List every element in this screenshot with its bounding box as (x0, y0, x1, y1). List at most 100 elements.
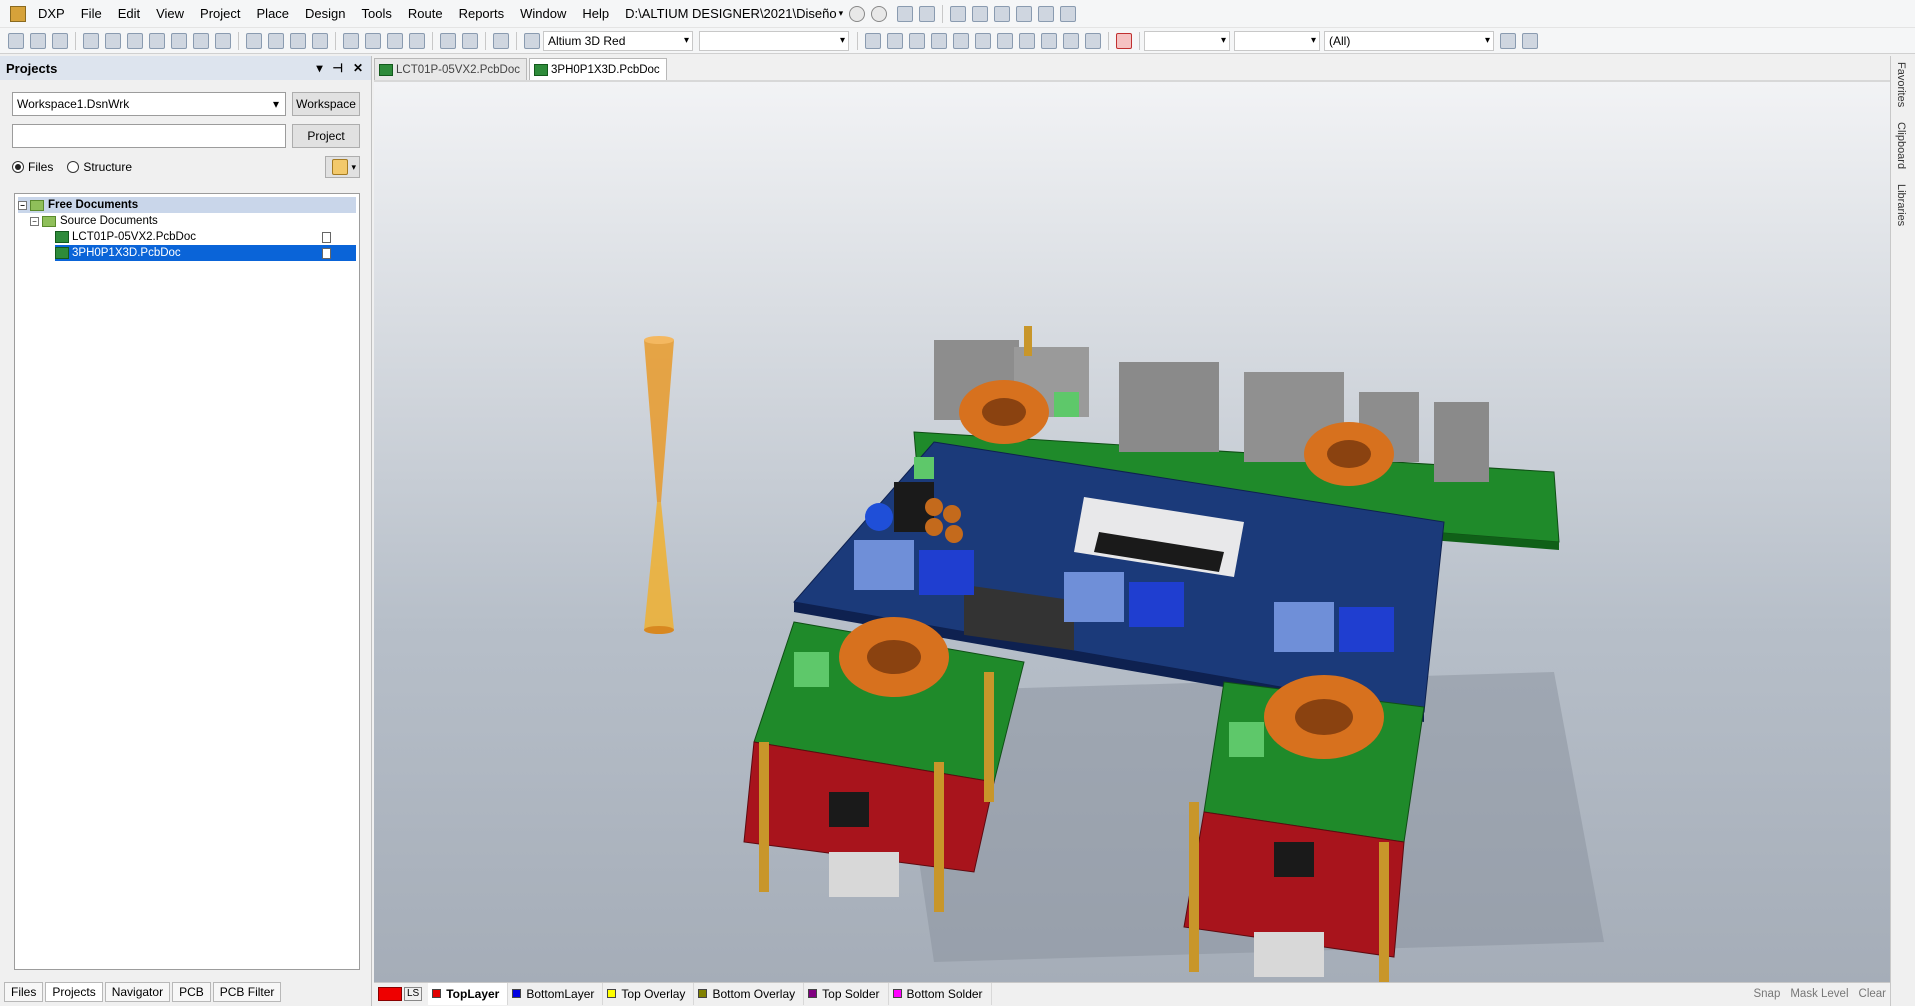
browse-icon[interactable] (524, 32, 540, 49)
current-layer-color[interactable] (378, 986, 402, 1001)
menu-place[interactable]: Place (249, 0, 298, 28)
rubber-stamp-icon[interactable] (312, 32, 328, 49)
differential-pair-icon[interactable] (887, 32, 903, 49)
doc-tab-3ph0p1x3d[interactable]: 3PH0P1X3D.PcbDoc (529, 58, 667, 80)
layer-tab-toplayer[interactable]: TopLayer (428, 982, 509, 1005)
pcb-3d-viewport[interactable] (374, 80, 1890, 982)
filter-select[interactable]: (All) (1324, 30, 1494, 51)
menu-route[interactable]: Route (400, 0, 451, 28)
doc-tab-lct01p[interactable]: LCT01P-05VX2.PcbDoc (374, 58, 528, 80)
workspace-button[interactable]: Workspace (292, 92, 360, 116)
new-icon[interactable] (8, 32, 24, 49)
zoom-fit-icon[interactable] (149, 32, 165, 49)
view-config-select[interactable]: Altium 3D Red (543, 30, 693, 51)
toolbar-select-3[interactable] (1144, 30, 1230, 51)
cut-icon[interactable] (246, 32, 262, 49)
menu-tools[interactable]: Tools (354, 0, 400, 28)
tree-folder-source-documents[interactable]: − Source Documents (30, 213, 356, 229)
project-options-button[interactable]: ▾ (325, 156, 360, 178)
menu-design[interactable]: Design (297, 0, 353, 28)
layer-tab-bottom-solder[interactable]: Bottom Solder (889, 982, 992, 1005)
paste-icon[interactable] (290, 32, 306, 49)
project-button[interactable]: Project (292, 124, 360, 148)
layer-tab-bottomlayer[interactable]: BottomLayer (508, 982, 604, 1005)
structure-radio[interactable] (67, 161, 80, 173)
interactive-routing-icon[interactable] (865, 32, 881, 49)
menu-edit[interactable]: Edit (110, 0, 148, 28)
document-path[interactable]: D:\ALTIUM DESIGNER\2021\Diseño (625, 6, 836, 21)
path-dropdown-icon[interactable]: ▾ (839, 8, 844, 19)
move-icon[interactable] (365, 32, 381, 49)
print-preview-icon[interactable] (105, 32, 121, 49)
pin-icon[interactable]: ⊣ (332, 61, 342, 75)
deselect-icon[interactable] (387, 32, 403, 49)
toolbar-select-2[interactable] (699, 30, 849, 51)
tree-file-3ph0p1x3d[interactable]: 3PH0P1X3D.PcbDoc (55, 245, 356, 261)
panel-menu-icon[interactable]: ▾ (316, 61, 322, 75)
mask-level-button[interactable]: Mask Level (1790, 988, 1848, 1000)
copy-icon[interactable] (268, 32, 284, 49)
tree-file-lct01p[interactable]: LCT01P-05VX2.PcbDoc (55, 229, 356, 245)
snap-button[interactable]: Snap (1753, 988, 1780, 1000)
layer-set-button[interactable]: LS (404, 986, 423, 1001)
menu-view[interactable]: View (148, 0, 192, 28)
pad-icon[interactable] (975, 32, 991, 49)
align-icon[interactable] (972, 5, 989, 22)
highlight-icon[interactable] (493, 32, 509, 49)
collapse-icon[interactable]: − (18, 200, 27, 210)
libraries-panel-tab[interactable]: Libraries (1895, 184, 1907, 226)
menu-dxp[interactable]: DXP (30, 0, 73, 28)
menu-window[interactable]: Window (512, 0, 574, 28)
refresh-icon[interactable] (919, 5, 936, 22)
project-input[interactable] (12, 124, 286, 148)
grid-icon[interactable] (1060, 5, 1077, 22)
route-icon[interactable] (950, 5, 967, 22)
tab-files[interactable]: Files (4, 982, 44, 1002)
home-icon[interactable] (897, 5, 914, 22)
save-icon[interactable] (52, 32, 68, 49)
region-icon[interactable] (1041, 32, 1057, 49)
clear-drc-icon[interactable] (1116, 32, 1132, 49)
zoom-selected-icon[interactable] (193, 32, 209, 49)
tab-projects[interactable]: Projects (45, 982, 103, 1002)
menu-help[interactable]: Help (574, 0, 617, 28)
tab-pcb[interactable]: PCB (172, 982, 211, 1002)
dimension-icon[interactable] (1016, 5, 1033, 22)
collapse-icon[interactable]: − (30, 216, 39, 226)
toolbar-select-4[interactable] (1234, 30, 1320, 51)
undo-icon[interactable] (440, 32, 456, 49)
print-icon[interactable] (83, 32, 99, 49)
menu-project[interactable]: Project (192, 0, 248, 28)
menu-file[interactable]: File (73, 0, 110, 28)
clear-mask-icon[interactable] (1522, 32, 1538, 49)
string-icon[interactable] (1063, 32, 1079, 49)
tree-root-free-documents[interactable]: − Free Documents (18, 197, 356, 213)
tab-navigator[interactable]: Navigator (104, 982, 171, 1002)
back-icon[interactable] (849, 5, 866, 22)
clear-button[interactable]: Clear (1859, 988, 1886, 1000)
place-component-icon[interactable] (994, 5, 1011, 22)
select-area-icon[interactable] (343, 32, 359, 49)
via-icon[interactable] (953, 32, 969, 49)
component-icon[interactable] (1085, 32, 1101, 49)
close-icon[interactable]: ✕ (353, 61, 363, 75)
dxp-logo-icon[interactable] (10, 5, 26, 22)
clear-filter-icon[interactable] (409, 32, 425, 49)
tune-length-icon[interactable] (931, 32, 947, 49)
clipboard-panel-tab[interactable]: Clipboard (1895, 122, 1907, 169)
open-icon[interactable] (30, 32, 46, 49)
files-radio[interactable] (12, 161, 24, 173)
favorites-panel-tab[interactable]: Favorites (1895, 62, 1907, 107)
open-folder-icon[interactable] (127, 32, 143, 49)
zoom-area-icon[interactable] (171, 32, 187, 49)
room-icon[interactable] (1038, 5, 1055, 22)
fill-icon[interactable] (1019, 32, 1035, 49)
layer-tab-top-overlay[interactable]: Top Overlay (603, 982, 695, 1005)
arc-icon[interactable] (997, 32, 1013, 49)
workspace-select[interactable]: Workspace1.DsnWrk (12, 92, 286, 116)
redo-icon[interactable] (462, 32, 478, 49)
tab-pcb-filter[interactable]: PCB Filter (212, 982, 282, 1002)
multiple-traces-icon[interactable] (909, 32, 925, 49)
forward-icon[interactable] (871, 5, 888, 22)
apply-filter-icon[interactable] (1500, 32, 1516, 49)
